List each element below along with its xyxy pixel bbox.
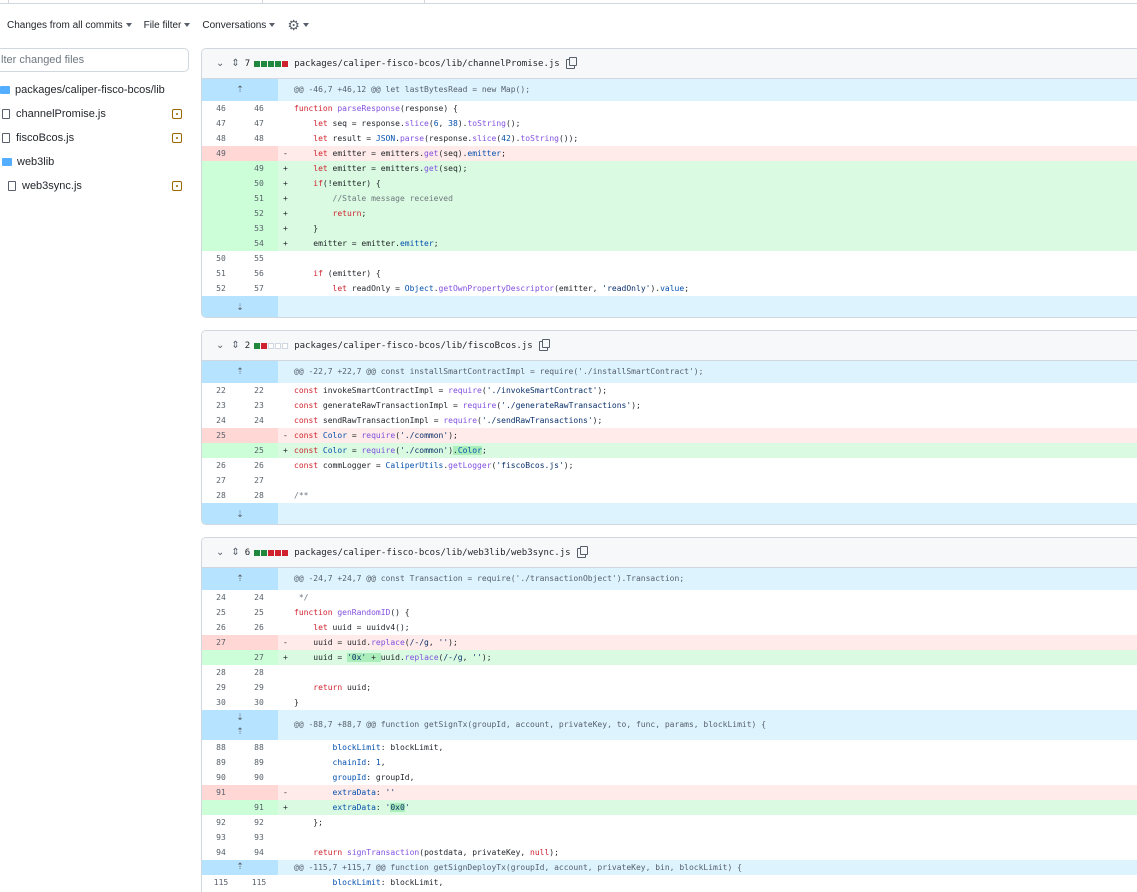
file-icon bbox=[8, 181, 16, 191]
diff-line-added: 27 + uuid = '0x' + uuid.replace(/-/g, '')… bbox=[202, 650, 1137, 665]
diff-file-channelpromise: ⌄ ⇕ 7 packages/caliper-fisco-bcos/lib/ch… bbox=[201, 48, 1137, 318]
expand-down-row: ⇣ bbox=[202, 503, 1137, 524]
modified-icon bbox=[172, 181, 182, 191]
gear-icon: ⚙ bbox=[287, 16, 300, 33]
expand-up-icon[interactable]: ⇡ bbox=[202, 568, 278, 590]
caret-down-icon bbox=[184, 23, 191, 27]
diff-line: 89 89 chainId: 1, bbox=[216, 758, 386, 767]
expand-down-row: ⇣ bbox=[202, 296, 1137, 317]
hunk-header: ⇡ @@ -46,7 +46,12 @@ let lastBytesRead = … bbox=[202, 79, 1137, 101]
diff-line: 23 23 const generateRawTransactionImpl = … bbox=[216, 401, 641, 410]
file-icon bbox=[2, 133, 10, 143]
folder-icon bbox=[0, 86, 10, 94]
hunk-header: ⇡ @@ -22,7 +22,7 @@ const installSmartCon… bbox=[202, 361, 1137, 383]
expand-all-icon[interactable]: ⇕ bbox=[231, 58, 239, 69]
tree-file-web3sync[interactable]: web3sync.js bbox=[0, 174, 195, 198]
diff-line: 92 92 }; bbox=[216, 818, 323, 827]
diffstat bbox=[254, 342, 289, 349]
diff-line: 24 24 */ bbox=[216, 593, 309, 602]
copy-icon[interactable] bbox=[576, 545, 588, 558]
diff-line: 51 56 if (emitter) { bbox=[216, 269, 381, 278]
diff-line: 46 46 function parseResponse(response) { bbox=[216, 104, 458, 113]
diff-line-added: 50 + if(!emitter) { bbox=[202, 176, 1137, 191]
diff-line-added: 53 + } bbox=[202, 221, 1137, 236]
diff-line: 47 47 let seq = response.slice(6, 38).toS… bbox=[216, 119, 521, 128]
caret-down-icon bbox=[302, 23, 309, 27]
diff-line: 26 26 const commLogger = CaliperUtils.get… bbox=[216, 461, 574, 470]
chevron-down-icon[interactable]: ⌄ bbox=[216, 340, 224, 351]
filter-changed-files-input[interactable]: lter changed files bbox=[0, 48, 189, 72]
tree-folder-web3lib[interactable]: web3lib bbox=[0, 150, 195, 174]
expand-down-icon[interactable]: ⇣ bbox=[202, 296, 278, 317]
diff-line: 90 90 groupId: groupId, bbox=[216, 773, 415, 782]
caret-down-icon bbox=[269, 23, 276, 27]
pr-toolbar: Changes from all commits File filter Con… bbox=[0, 14, 321, 36]
file-filter-dropdown[interactable]: File filter bbox=[144, 20, 191, 31]
diff-line-deleted: 49- let emitter = emitters.get(seq).emit… bbox=[202, 146, 1137, 161]
diffstat bbox=[254, 60, 289, 67]
expand-down-icon[interactable]: ⇣ bbox=[202, 503, 278, 524]
diff-line-added: 52 + return; bbox=[202, 206, 1137, 221]
chevron-down-icon[interactable]: ⌄ bbox=[216, 547, 224, 558]
expand-all-icon[interactable]: ⇕ bbox=[231, 547, 239, 558]
diff-line: 22 22 const invokeSmartContractImpl = req… bbox=[216, 386, 608, 395]
diff-line-added: 51 + //Stale message receieved bbox=[202, 191, 1137, 206]
tree-folder-lib[interactable]: packages/caliper-fisco-bcos/lib bbox=[0, 78, 195, 102]
diff-line-added: 25 + const Color = require('./common').Col… bbox=[202, 443, 1137, 458]
hunk-header: ⇡ @@ -115,7 +115,7 @@ function getSignDep… bbox=[202, 860, 1137, 875]
file-icon bbox=[2, 109, 10, 119]
diff-line: 27 27 bbox=[216, 476, 264, 485]
diff-line: 28 28 /** bbox=[216, 491, 309, 500]
expand-up-icon[interactable]: ⇡ bbox=[202, 361, 278, 383]
diff-file-fiscobcos: ⌄ ⇕ 2 packages/caliper-fisco-bcos/lib/fi… bbox=[201, 330, 1137, 525]
diff-line: 52 57 let readOnly = Object.getOwnPropert… bbox=[216, 284, 690, 293]
diff-line: 28 28 bbox=[216, 668, 264, 677]
diff-line: 48 48 let result = JSON.parse(response.sl… bbox=[216, 134, 579, 143]
copy-icon[interactable] bbox=[538, 338, 550, 351]
diff-line: 26 26 let uuid = uuidv4(); bbox=[216, 623, 410, 632]
diff-line-added: 49 + let emitter = emitters.get(seq); bbox=[202, 161, 1137, 176]
hunk-header: ⇡ @@ -24,7 +24,7 @@ const Transaction = r… bbox=[202, 568, 1137, 590]
copy-icon[interactable] bbox=[565, 56, 577, 69]
diff-line-added: 54 + emitter = emitter.emitter; bbox=[202, 236, 1137, 251]
conversations-dropdown[interactable]: Conversations bbox=[202, 20, 276, 31]
folder-icon bbox=[2, 158, 12, 166]
diffstat bbox=[254, 549, 289, 556]
file-path[interactable]: packages/caliper-fisco-bcos/lib/web3lib/… bbox=[294, 548, 570, 558]
hunk-header: ⇣ ⇡ @@ -88,7 +88,7 @@ function getSignTx(g… bbox=[202, 710, 1137, 740]
top-border bbox=[0, 0, 1137, 4]
file-tree: packages/caliper-fisco-bcos/lib channelP… bbox=[0, 78, 195, 198]
diff-line: 25 25 function genRandomID() { bbox=[216, 608, 410, 617]
changes-from-commits-dropdown[interactable]: Changes from all commits bbox=[7, 20, 132, 31]
diff-line: 29 29 return uuid; bbox=[216, 683, 372, 692]
diff-line: 93 93 bbox=[216, 833, 264, 842]
file-header: ⌄ ⇕ 2 packages/caliper-fisco-bcos/lib/fi… bbox=[202, 331, 1137, 361]
diff-line-deleted: 91- extraData: '' bbox=[202, 785, 1137, 800]
tree-file-channelpromise[interactable]: channelPromise.js bbox=[0, 102, 195, 126]
chevron-down-icon[interactable]: ⌄ bbox=[216, 58, 224, 69]
diff-line: 24 24 const sendRawTransactionImpl = requ… bbox=[216, 416, 603, 425]
diff-line-added: 91 + extraData: '0x0' bbox=[202, 800, 1137, 815]
file-path[interactable]: packages/caliper-fisco-bcos/lib/fiscoBco… bbox=[294, 341, 532, 351]
tree-file-fiscobcos[interactable]: fiscoBcos.js bbox=[0, 126, 195, 150]
settings-dropdown[interactable]: ⚙ bbox=[287, 17, 309, 34]
diff-line: 115 115 blockLimit: blockLimit, bbox=[213, 878, 444, 887]
caret-down-icon bbox=[125, 23, 132, 27]
file-header: ⌄ ⇕ 6 packages/caliper-fisco-bcos/lib/we… bbox=[202, 538, 1137, 568]
expand-all-icon[interactable]: ⇕ bbox=[231, 340, 239, 351]
modified-icon bbox=[172, 133, 182, 143]
diff-line: 30 30 } bbox=[216, 698, 299, 707]
expand-both-icon[interactable]: ⇣ ⇡ bbox=[202, 710, 278, 740]
diff-line: 88 88 blockLimit: blockLimit, bbox=[216, 743, 444, 752]
diff-line-deleted: 27- uuid = uuid.replace(/-/g, ''); bbox=[202, 635, 1137, 650]
diff-line-deleted: 25- const Color = require('./common'); bbox=[202, 428, 1137, 443]
file-header: ⌄ ⇕ 7 packages/caliper-fisco-bcos/lib/ch… bbox=[202, 49, 1137, 79]
file-path[interactable]: packages/caliper-fisco-bcos/lib/channelP… bbox=[294, 59, 560, 69]
expand-up-icon[interactable]: ⇡ bbox=[202, 860, 278, 875]
modified-icon bbox=[172, 109, 182, 119]
diff-line: 94 94 return signTransaction(postdata, pr… bbox=[216, 848, 559, 857]
diff-line: 50 55 bbox=[216, 254, 264, 263]
diff-file-web3sync: ⌄ ⇕ 6 packages/caliper-fisco-bcos/lib/we… bbox=[201, 537, 1137, 892]
expand-up-icon[interactable]: ⇡ bbox=[202, 79, 278, 101]
